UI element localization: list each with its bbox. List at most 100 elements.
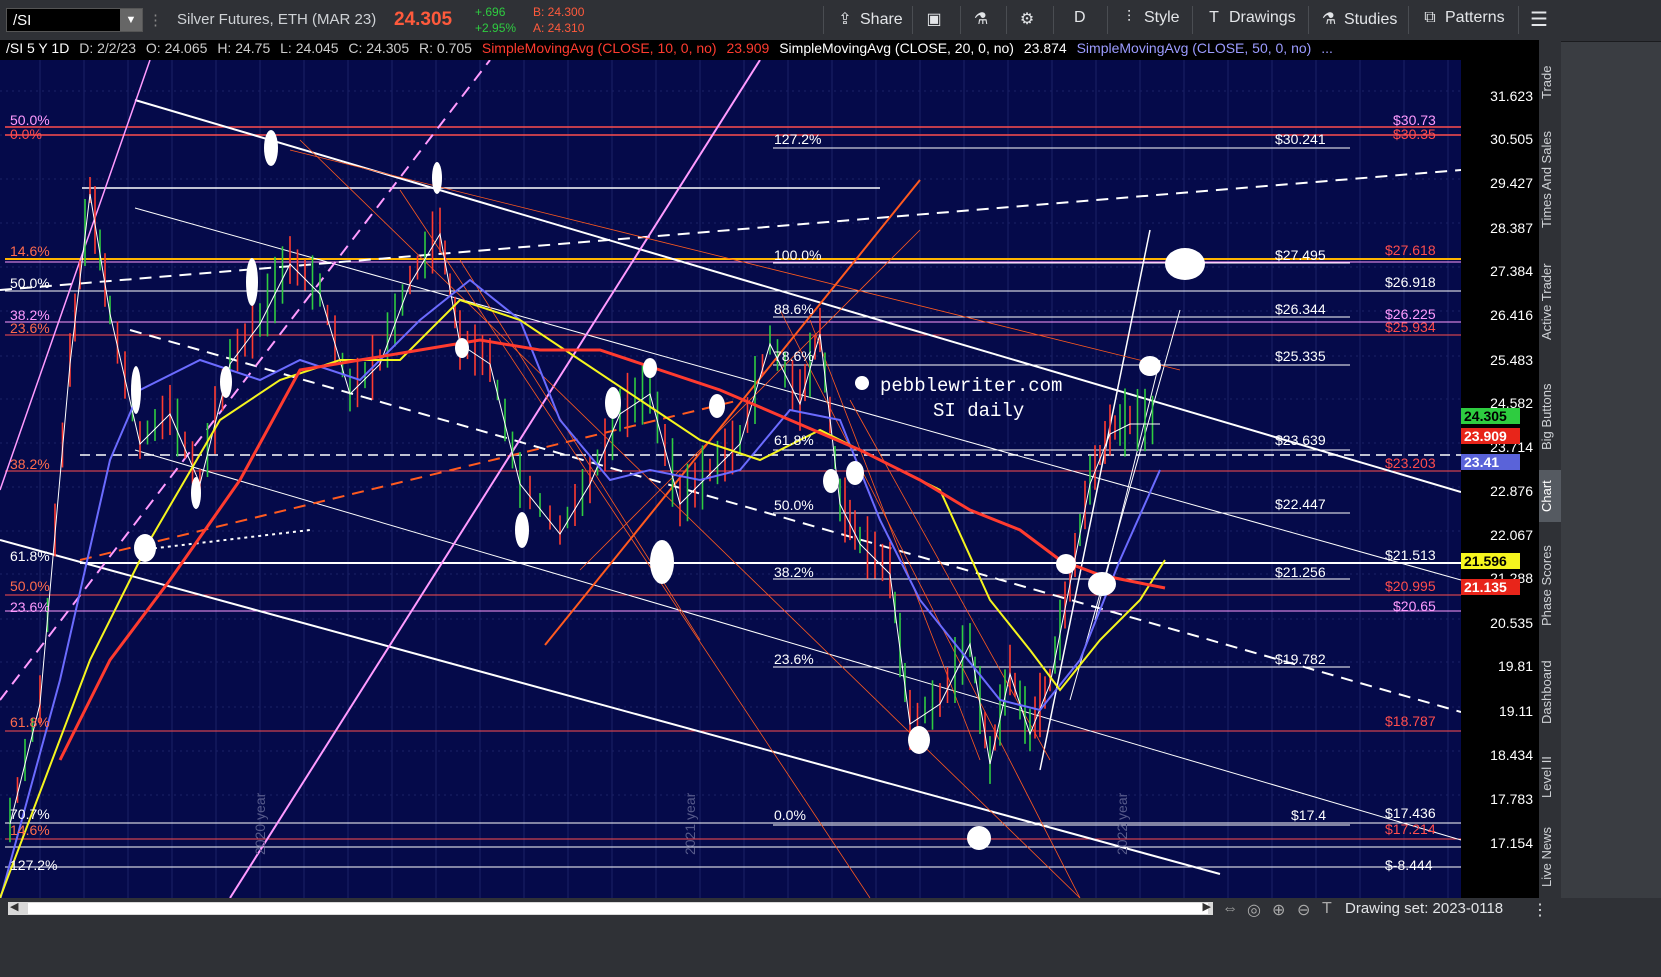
pivot-marker (908, 726, 930, 754)
link-icon[interactable]: ⋮ (148, 11, 163, 29)
pivot-marker (246, 258, 258, 306)
top-toolbar: /SI ▼ ⋮ Silver Futures, ETH (MAR 23) 24.… (0, 0, 1661, 42)
chevron-down-icon[interactable]: ▼ (120, 9, 142, 31)
price-axis-label: 25.483 (1490, 352, 1533, 368)
price-tag: 23.41 (1461, 454, 1520, 470)
symbol-selector[interactable]: /SI ▼ (6, 8, 143, 32)
pivot-marker (823, 469, 839, 493)
drawing-set-label[interactable]: Drawing set: 2023-0118 (1345, 900, 1503, 917)
fib-label: 38.2% (10, 456, 50, 472)
fib-level-label: 38.2% (774, 564, 814, 580)
symbol-input[interactable]: /SI (13, 12, 31, 29)
drawings-button[interactable]: T Drawings (1205, 9, 1296, 27)
fib-level-label: 78.6% (774, 348, 814, 364)
pivot-marker (643, 358, 657, 378)
sidebar-tab-live-news[interactable]: Live News (1539, 818, 1561, 896)
chart-symbol-period: /SI 5 Y 1D (6, 40, 70, 56)
pivot-marker (709, 394, 725, 418)
bar-open: O: 24.065 (145, 40, 208, 56)
price-tag: 23.909 (1461, 428, 1520, 444)
sidebar-tab-active-trader[interactable]: Active Trader (1539, 252, 1561, 352)
menu-button[interactable]: ☰ (1530, 7, 1554, 32)
screenshot-button[interactable]: ▣ (925, 9, 949, 29)
screenshot-icon: ▣ (926, 11, 942, 28)
pivot-marker (515, 512, 529, 548)
fib-level-label: 23.6% (774, 651, 814, 667)
chart-drawing-canvas (0, 60, 1461, 898)
pivot-marker (605, 387, 621, 419)
settings-button[interactable]: ⚙ (1018, 9, 1042, 29)
fib-level-label: 127.2% (774, 131, 822, 147)
bottom-bar: ◀ ▶ ⇔ ◎ ⊕ ⊖ T Drawing set: 2023-0118 ⋮ (0, 898, 1661, 977)
toolbar-divider (1192, 6, 1193, 34)
toolbar-divider (1308, 6, 1309, 34)
fib-label: 50.0% (10, 275, 50, 291)
fib-price-label: $30.35 (1393, 126, 1436, 142)
price-axis[interactable]: 31.623 30.505 29.427 28.387 27.384 26.416 25.4… (1461, 40, 1539, 898)
sidebar-tab-level-ii[interactable]: Level II (1539, 746, 1561, 808)
pan-icon[interactable]: ◎ (1247, 900, 1261, 920)
bar-close: C: 24.305 (348, 40, 410, 56)
fib-price-label: $26.344 (1275, 301, 1326, 317)
fib-price-label: $23.639 (1275, 432, 1326, 448)
scroll-left-icon[interactable]: ◀ (10, 900, 18, 913)
share-icon: ⇪ (838, 11, 852, 28)
text-tool-icon[interactable]: T (1322, 900, 1332, 918)
pivot-marker (846, 461, 864, 485)
study-sma20[interactable]: SimpleMovingAvg (CLOSE, 20, 0, no) (779, 40, 1014, 56)
pivot-marker (1056, 554, 1076, 574)
fib-price-label: $17.214 (1385, 821, 1436, 837)
fib-price-label: $20.65 (1393, 598, 1436, 614)
fib-price-label: $30.241 (1275, 131, 1326, 147)
toolbar-divider (1006, 6, 1007, 34)
price-tag: 21.135 (1461, 579, 1520, 595)
pivot-marker (134, 534, 156, 562)
fib-level-label: 0.0% (774, 807, 806, 823)
pivot-marker (1139, 356, 1161, 376)
sidebar-tab-trade[interactable]: Trade (1539, 52, 1561, 112)
patterns-button-label: Patterns (1445, 9, 1505, 26)
style-button[interactable]: ⫶ Style (1120, 9, 1180, 27)
study-sma10-value: 23.909 (726, 40, 770, 56)
pivot-marker (264, 130, 278, 166)
patterns-button[interactable]: ⧉ Patterns (1421, 9, 1505, 27)
price-tag: 21.596 (1461, 553, 1520, 569)
gear-icon: ⚙ (1019, 11, 1035, 28)
study-more: ... (1321, 40, 1333, 56)
zoom-out-icon[interactable]: ⊖ (1297, 900, 1310, 920)
sidebar-tab-chart[interactable]: Chart (1539, 470, 1561, 522)
trend-line (79, 399, 741, 561)
horizontal-scrollbar[interactable]: ◀ ▶ (8, 900, 1213, 915)
share-button[interactable]: ⇪ Share (836, 9, 902, 29)
fib-price-label: $27.495 (1275, 247, 1326, 263)
flask-button[interactable]: ⚗ (972, 9, 996, 29)
studies-button[interactable]: ⚗ Studies (1320, 9, 1398, 29)
price-axis-label: 17.783 (1490, 791, 1533, 807)
zoom-in-icon[interactable]: ⊕ (1272, 900, 1285, 920)
study-sma20-value: 23.874 (1023, 40, 1067, 56)
timeframe-button[interactable]: D (1074, 9, 1086, 27)
pivot-marker (191, 477, 201, 509)
study-info-bar: /SI 5 Y 1D D: 2/2/23 O: 24.065 H: 24.75 … (0, 40, 1461, 60)
pivot-marker (455, 338, 469, 358)
sidebar-tab-big-buttons[interactable]: Big Buttons (1539, 370, 1561, 464)
fan-line (779, 309, 1081, 898)
scroll-right-icon[interactable]: ▶ (1203, 900, 1211, 913)
right-sidebar: Trade Times And Sales Active Trader Big … (1539, 40, 1561, 898)
sidebar-tab-dashboard[interactable]: Dashboard (1539, 646, 1561, 738)
expand-icon[interactable]: ⇔ (1222, 900, 1238, 918)
last-price: 24.305 (394, 9, 453, 30)
sidebar-tab-times-and-sales[interactable]: Times And Sales (1539, 118, 1561, 240)
study-sma50[interactable]: SimpleMovingAvg (CLOSE, 50, 0, no) (1077, 40, 1312, 56)
toolbar-divider (1518, 6, 1519, 34)
study-sma10[interactable]: SimpleMovingAvg (CLOSE, 10, 0, no) (482, 40, 717, 56)
price-axis-label: 27.384 (1490, 263, 1533, 279)
pivot-marker (432, 162, 442, 194)
price-chart[interactable]: 50.0% 0.0% 14.6% 50.0% 38.2% 23.6% 38.2%… (0, 60, 1461, 898)
sidebar-tab-phase-scores[interactable]: Phase Scores (1539, 534, 1561, 638)
fib-price-label: $-8.444 (1385, 857, 1433, 873)
fib-level-label: 88.6% (774, 301, 814, 317)
scroll-thumb[interactable] (28, 903, 1208, 914)
fib-label: 61.8% (10, 548, 50, 564)
drawing-set-menu-icon[interactable]: ⋮ (1532, 900, 1548, 920)
